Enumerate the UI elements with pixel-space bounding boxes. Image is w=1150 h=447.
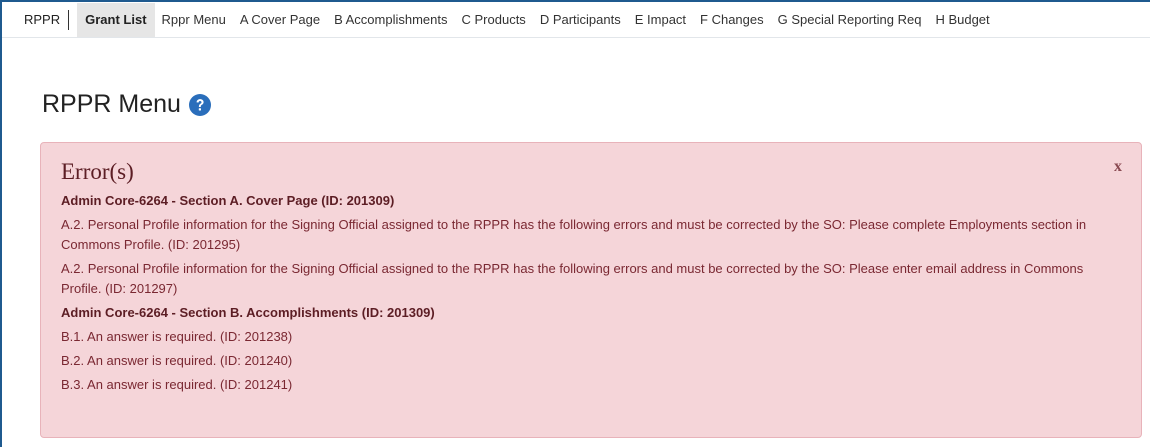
- error-message: B.3. An answer is required. (ID: 201241): [61, 377, 293, 392]
- alert-title: Error(s): [61, 159, 134, 184]
- nav-item-rppr-menu[interactable]: Rppr Menu: [155, 3, 233, 37]
- nav-item-special-reporting-req[interactable]: G Special Reporting Req: [771, 3, 929, 37]
- nav-item-budget[interactable]: H Budget: [928, 3, 996, 37]
- nav-item-participants[interactable]: D Participants: [533, 3, 628, 37]
- page-title: RPPR Menu: [42, 90, 181, 118]
- navbar-inner: RPPR Grant List Rppr Menu A Cover Page B…: [24, 1, 997, 39]
- error-alert: x Error(s) Admin Core-6264 - Section A. …: [40, 142, 1142, 438]
- error-message: A.2. Personal Profile information for th…: [61, 217, 1087, 252]
- top-navbar: RPPR Grant List Rppr Menu A Cover Page B…: [2, 0, 1150, 38]
- error-section-heading: Admin Core-6264 - Section B. Accomplishm…: [61, 305, 435, 320]
- error-message: A.2. Personal Profile information for th…: [61, 261, 1084, 296]
- brand-link[interactable]: RPPR: [24, 9, 70, 30]
- nav-item-accomplishments[interactable]: B Accomplishments: [327, 3, 454, 37]
- question-circle-icon[interactable]: [188, 93, 211, 116]
- page-header: RPPR Menu: [42, 90, 211, 119]
- app-frame: RPPR Grant List Rppr Menu A Cover Page B…: [0, 0, 1150, 447]
- nav-item-cover-page[interactable]: A Cover Page: [233, 3, 327, 37]
- error-message: B.1. An answer is required. (ID: 201238): [61, 329, 293, 344]
- nav-item-products[interactable]: C Products: [455, 3, 533, 37]
- nav-item-impact[interactable]: E Impact: [628, 3, 693, 37]
- error-message: B.2. An answer is required. (ID: 201240): [61, 353, 293, 368]
- close-alert-button[interactable]: x: [1114, 158, 1122, 176]
- nav-item-grant-list[interactable]: Grant List: [77, 2, 155, 37]
- nav-item-changes[interactable]: F Changes: [693, 3, 771, 37]
- error-section-heading: Admin Core-6264 - Section A. Cover Page …: [61, 193, 395, 208]
